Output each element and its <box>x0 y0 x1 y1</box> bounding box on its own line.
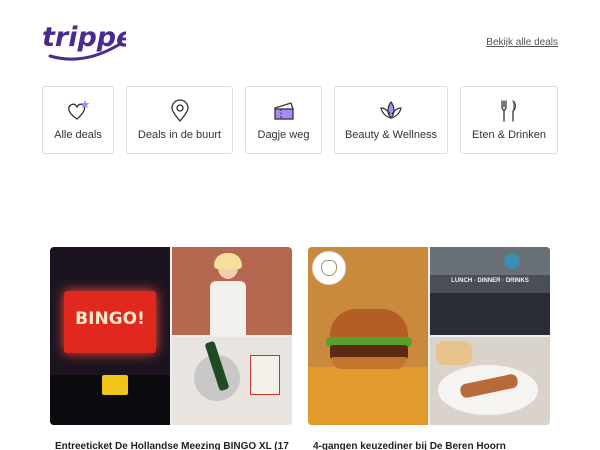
ticket-icon <box>271 99 297 123</box>
deal-card-bingo[interactable]: BINGO! Entreeticket De Hollandse Meezing… <box>50 247 292 450</box>
view-all-deals-link[interactable]: Bekijk alle deals <box>486 37 558 48</box>
category-food-drinks[interactable]: Eten & Drinken <box>460 86 558 154</box>
category-day-out[interactable]: Dagje weg <box>245 86 322 154</box>
restaurant-facade-photo: LUNCH · DINNER · DRINKS <box>430 247 550 335</box>
category-label: Beauty & Wellness <box>344 129 438 141</box>
deal-title[interactable]: 4-gangen keuzediner bij De Beren Hoorn <box>308 441 550 450</box>
category-beauty-wellness[interactable]: Beauty & Wellness <box>334 86 448 154</box>
plated-dish-photo <box>430 337 550 425</box>
deal-image[interactable]: LUNCH · DINNER · DRINKS <box>308 247 550 425</box>
category-label: Deals in de buurt <box>137 129 222 141</box>
deal-image[interactable]: BINGO! <box>50 247 292 425</box>
category-all-deals[interactable]: Alle deals <box>42 86 114 154</box>
deal-title[interactable]: Entreeticket De Hollandse Meezing BINGO … <box>50 441 292 450</box>
category-nearby-deals[interactable]: Deals in de buurt <box>126 86 233 154</box>
cutlery-icon <box>496 99 522 123</box>
heart-star-icon <box>65 99 91 123</box>
host-portrait-photo <box>172 247 292 335</box>
category-label: Eten & Drinken <box>472 129 546 141</box>
category-label: Alle deals <box>54 129 102 141</box>
facade-sign-text: LUNCH · DINNER · DRINKS <box>451 278 529 284</box>
category-label: Dagje weg <box>257 129 310 141</box>
champagne-table-photo <box>172 337 292 425</box>
deal-card-dinner[interactable]: LUNCH · DINNER · DRINKS 4-gangen keuzedi… <box>308 247 550 450</box>
location-pin-icon <box>167 99 193 123</box>
restaurant-logo-badge <box>312 251 346 285</box>
tripper-logo[interactable]: tripper <box>40 16 126 66</box>
lotus-icon <box>378 99 404 123</box>
bingo-stage-photo: BINGO! <box>50 247 170 425</box>
category-nav: Alle deals Deals in de buurt Dagje weg B… <box>42 86 558 154</box>
bingo-screen-text: BINGO! <box>75 309 145 329</box>
